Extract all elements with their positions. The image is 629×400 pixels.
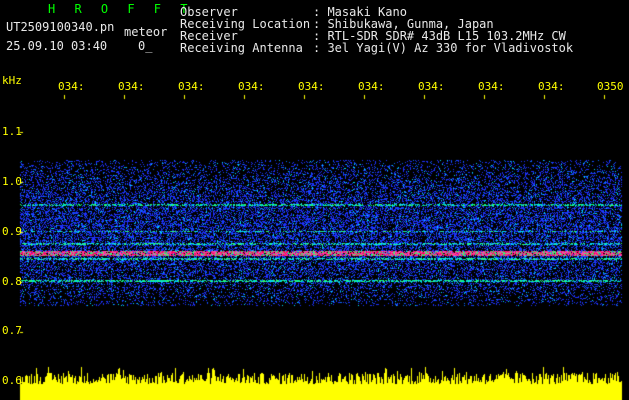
- y-tick-label: 1.0: [2, 175, 22, 188]
- y-tick-label: 0.8: [2, 275, 22, 288]
- count-label: 0_: [138, 39, 153, 53]
- filename-label: UT2509100340.pn: [6, 20, 115, 34]
- time-tick-label: 034:: [358, 80, 385, 93]
- time-tick-label: 034:: [238, 80, 265, 93]
- time-tick-label: 034:: [298, 80, 325, 93]
- time-tick-label: 0350: [597, 80, 624, 93]
- antenna-label: Receiving Antenna: [180, 41, 303, 55]
- time-tick-label: 034:: [58, 80, 85, 93]
- y-tick-label: 0.7: [2, 324, 22, 337]
- datetime-label: 25.09.10 03:40: [6, 39, 108, 53]
- time-tick-label: 034:: [178, 80, 205, 93]
- meteor-label: meteor: [124, 25, 168, 39]
- y-tick-label: 0.6: [2, 374, 22, 387]
- y-tick-label: 1.1: [2, 125, 22, 138]
- app-title: H R O F F T: [48, 2, 194, 16]
- time-tick-label: 034:: [418, 80, 445, 93]
- axis-unit-label: kHz: [2, 74, 22, 87]
- time-tick-label: 034:: [478, 80, 505, 93]
- time-tick-label: 034:: [538, 80, 565, 93]
- spectrogram-canvas: [0, 0, 629, 400]
- y-tick-label: 0.9: [2, 225, 22, 238]
- time-tick-label: 034:: [118, 80, 145, 93]
- antenna-value: : 3el Yagi(V) Az 330 for Vladivostok: [313, 41, 574, 55]
